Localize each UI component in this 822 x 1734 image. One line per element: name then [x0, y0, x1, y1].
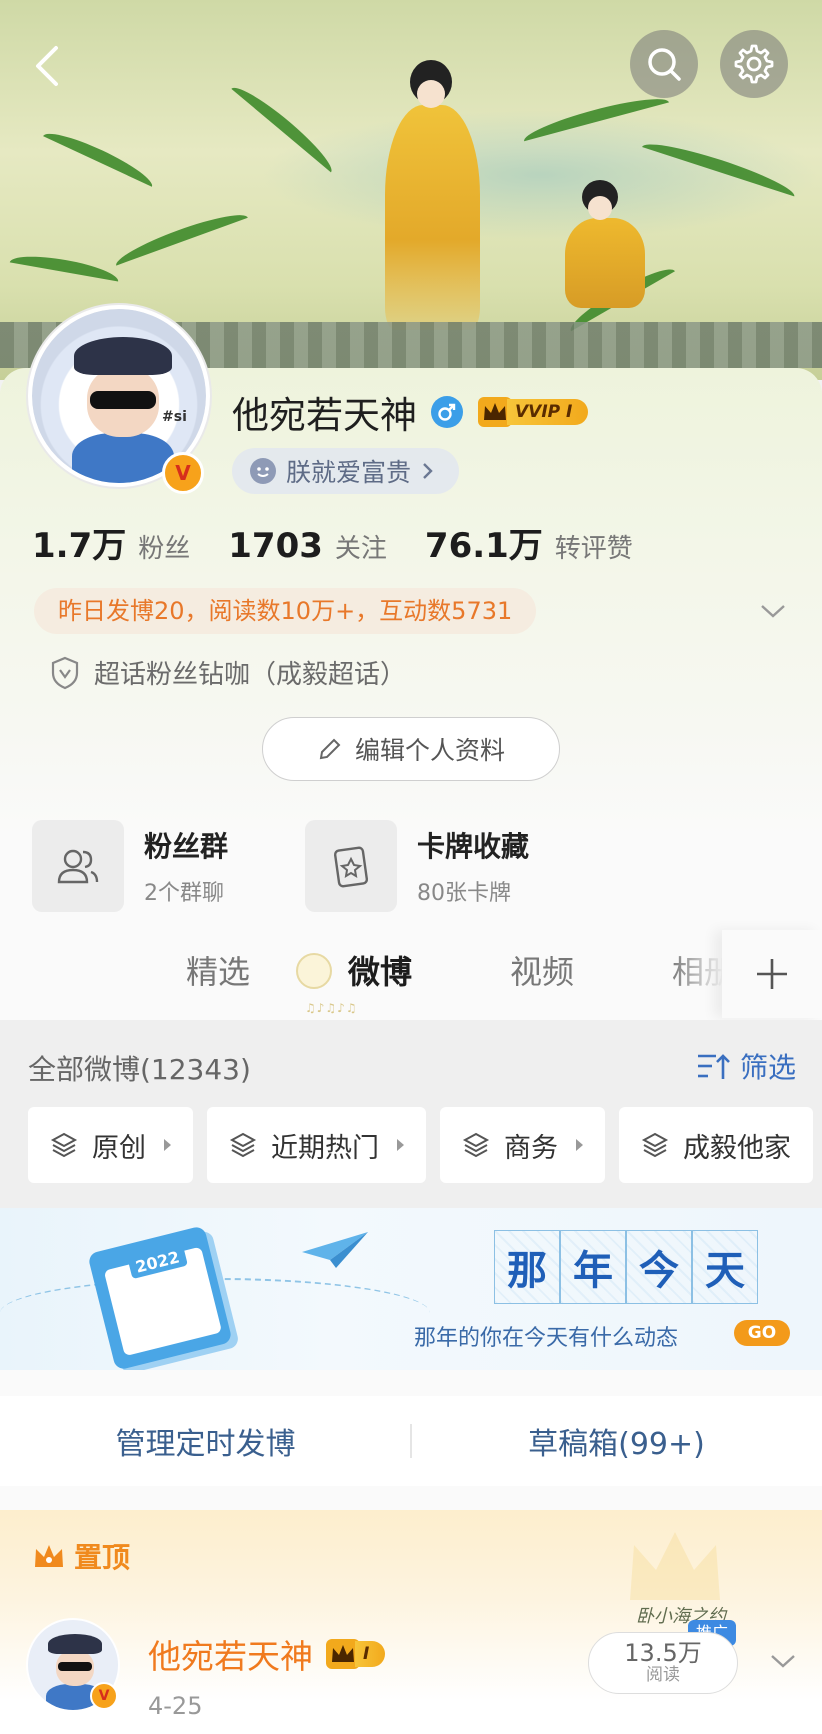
add-tab-button[interactable] — [722, 930, 822, 1018]
verified-badge-icon: V — [90, 1682, 118, 1710]
bamboo-leaf — [112, 206, 248, 266]
chip-business[interactable]: 商务 — [440, 1107, 605, 1183]
filter-label: 筛选 — [740, 1051, 797, 1084]
edit-profile-button[interactable]: 编辑个人资料 — [262, 717, 560, 781]
drafts-button[interactable]: 草稿箱(99+) — [411, 1419, 822, 1463]
crown-watermark-icon — [630, 1532, 720, 1600]
profile-stats: 1.7万 粉丝 1703 关注 76.1万 转评赞 — [32, 518, 671, 567]
shield-icon — [51, 656, 79, 689]
smile-icon — [250, 458, 276, 484]
super-topic-row[interactable]: 超话粉丝钻咖（成毅超话） — [50, 654, 406, 691]
male-icon — [431, 396, 463, 428]
tab-video[interactable]: 视频 — [510, 947, 574, 993]
gear-icon — [734, 44, 774, 84]
banner-figure-right — [560, 180, 650, 310]
chevron-left-icon — [36, 46, 58, 86]
stat-following[interactable]: 1703 关注 — [228, 526, 387, 566]
chevron-down-icon[interactable] — [768, 1646, 798, 1676]
edit-profile-label: 编辑个人资料 — [354, 736, 505, 765]
plus-icon — [757, 959, 787, 989]
manage-scheduled-button[interactable]: 管理定时发博 — [0, 1419, 411, 1463]
chip-chengyi[interactable]: 成毅他家 — [619, 1107, 813, 1183]
vip-badge[interactable]: I — [325, 1638, 386, 1670]
vip-label: VVIP I — [507, 399, 589, 425]
super-topic-text: 超话粉丝钻咖（成毅超话） — [94, 660, 407, 690]
bamboo-leaf — [9, 250, 121, 282]
layers-icon — [50, 1132, 78, 1158]
feature-title: 卡牌收藏 — [417, 830, 530, 863]
tab-moon-icon — [296, 953, 332, 989]
pinned-label: 置顶 — [32, 1536, 130, 1576]
status-text: 朕就爱富贵 — [286, 458, 412, 487]
chip-recent-hot[interactable]: 近期热门 — [207, 1107, 426, 1183]
caret-right-icon — [397, 1139, 404, 1151]
tab-featured[interactable]: 精选 — [186, 947, 250, 993]
all-weibo-count: 全部微博(12343) — [28, 1053, 251, 1086]
activity-summary[interactable]: 昨日发博20，阅读数10万+，互动数5731 — [34, 588, 537, 634]
layers-icon — [462, 1132, 490, 1158]
caret-right-icon — [576, 1139, 583, 1151]
name-row: 他宛若天神 VVIP I — [232, 385, 589, 439]
read-count: 13.5万 — [624, 1639, 702, 1667]
stat-likes[interactable]: 76.1万 转评赞 — [425, 518, 633, 567]
pencil-icon — [319, 738, 341, 760]
post-author[interactable]: 他宛若天神 — [148, 1630, 313, 1678]
post-date: 4-25 — [148, 1692, 203, 1720]
filter-button[interactable]: 筛选 — [696, 1046, 796, 1086]
on-this-day-title: 那 年 今 天 — [494, 1230, 758, 1304]
group-icon — [32, 820, 124, 912]
bamboo-leaf — [43, 125, 157, 187]
back-button[interactable] — [28, 40, 68, 92]
avatar-tag-text: #si — [162, 409, 187, 425]
calendar-icon: 2022 — [87, 1225, 233, 1370]
feature-card-collection[interactable]: 卡牌收藏 80张卡牌 — [305, 820, 529, 912]
profile-tabs: 精选 微博 ♫♪♫♪♫ 视频 相册 — [0, 925, 822, 1020]
on-this-day-banner[interactable]: 2022 那 年 今 天 那年的你在今天有什么动态 GO — [0, 1208, 822, 1370]
chevron-down-icon[interactable] — [758, 596, 788, 626]
pinned-post[interactable]: 置顶 V 他宛若天神 I 4-25 卧小海之约 推广 13.5万 阅读 — [0, 1510, 822, 1734]
tab-active-indicator: ♫♪♫♪♫ — [305, 1001, 358, 1015]
layers-icon — [641, 1132, 669, 1158]
filter-icon — [698, 1054, 730, 1079]
read-label: 阅读 — [646, 1665, 680, 1685]
vip-badge[interactable]: VVIP I — [477, 396, 589, 428]
post-author-row: 他宛若天神 I — [148, 1630, 386, 1678]
feature-fan-group[interactable]: 粉丝群 2个群聊 — [32, 820, 228, 912]
divider — [410, 1424, 412, 1458]
feature-title: 粉丝群 — [144, 830, 229, 863]
chip-original[interactable]: 原创 — [28, 1107, 193, 1183]
caret-right-icon — [164, 1139, 171, 1151]
card-icon — [305, 820, 397, 912]
layers-icon — [229, 1132, 257, 1158]
weibo-filter-area: 全部微博(12343) 筛选 原创 近期热门 商务 成毅他家 — [0, 1020, 822, 1208]
read-count-pill[interactable]: 13.5万 阅读 — [588, 1632, 738, 1694]
search-button[interactable] — [630, 30, 698, 98]
verified-badge-icon: V — [162, 452, 204, 494]
status-pill[interactable]: 朕就爱富贵 — [232, 448, 460, 494]
crown-icon — [35, 1545, 63, 1567]
chevron-right-icon — [423, 463, 433, 479]
vip-label: I — [355, 1641, 386, 1667]
category-chips: 原创 近期热门 商务 成毅他家 — [28, 1107, 813, 1183]
banner-figure-left — [375, 60, 485, 330]
on-this-day-subtitle: 那年的你在今天有什么动态 — [414, 1326, 679, 1351]
settings-button[interactable] — [720, 30, 788, 98]
stat-fans[interactable]: 1.7万 粉丝 — [32, 518, 190, 567]
tab-weibo[interactable]: 微博 — [348, 947, 412, 993]
feature-subtitle: 2个群聊 — [144, 881, 224, 906]
feature-subtitle: 80张卡牌 — [417, 881, 511, 906]
schedule-bar: 管理定时发博 草稿箱(99+) — [0, 1396, 822, 1486]
go-button[interactable]: GO — [734, 1320, 790, 1346]
tab-fade — [670, 945, 724, 1005]
search-icon — [648, 48, 681, 81]
paper-plane-icon — [302, 1232, 368, 1268]
username: 他宛若天神 — [232, 394, 417, 437]
